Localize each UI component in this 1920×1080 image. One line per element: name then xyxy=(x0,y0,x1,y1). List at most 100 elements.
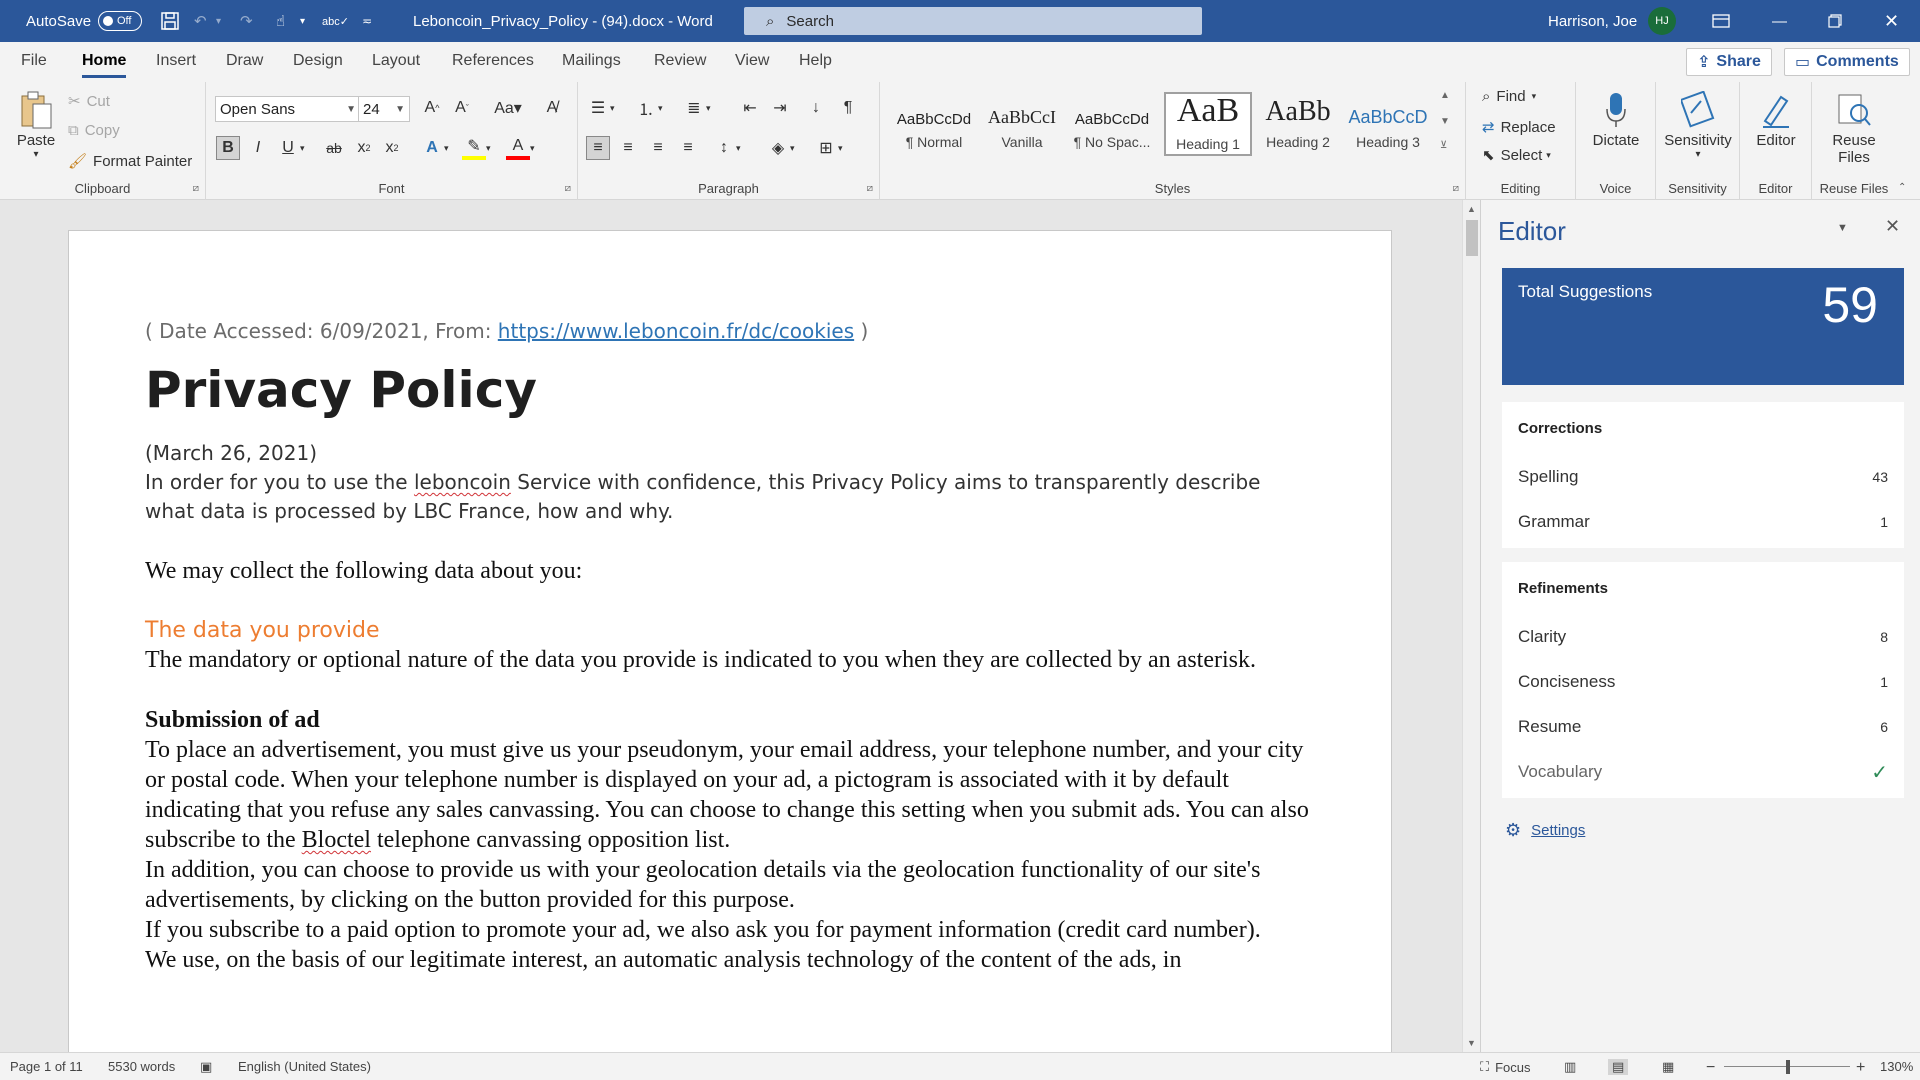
tab-file[interactable]: File xyxy=(21,52,47,70)
select-button[interactable]: ⬉ Select ▾ xyxy=(1482,146,1551,165)
share-button[interactable]: ⇪ Share xyxy=(1686,48,1772,76)
style-no-spacing[interactable]: AaBbCcDd ¶ No Spac... xyxy=(1068,92,1156,156)
page-count[interactable]: Page 1 of 11 xyxy=(10,1059,83,1074)
dictate-button[interactable]: Dictate xyxy=(1582,88,1650,149)
focus-button[interactable]: ⛶ Focus xyxy=(1480,1059,1531,1075)
highlight-button[interactable]: ✎ ▾ xyxy=(462,136,491,160)
tab-view[interactable]: View xyxy=(735,52,769,70)
undo-dropdown-icon[interactable]: ▾ xyxy=(216,0,221,42)
source-link[interactable]: https://www.leboncoin.fr/dc/cookies xyxy=(498,319,854,343)
font-name-combo[interactable]: Open Sans ▼ xyxy=(215,96,361,122)
collapse-ribbon-icon[interactable]: ⌃ xyxy=(1898,182,1906,193)
tab-insert[interactable]: Insert xyxy=(156,52,196,70)
touch-mode-icon[interactable]: ☝ xyxy=(276,0,285,42)
italic-button[interactable]: I xyxy=(246,136,270,160)
zoom-slider-handle[interactable] xyxy=(1786,1060,1790,1074)
replace-button[interactable]: ⇄ Replace xyxy=(1482,118,1556,137)
ribbon-display-options-icon[interactable] xyxy=(1712,0,1730,42)
close-pane-icon[interactable]: ✕ xyxy=(1885,216,1900,237)
touch-dropdown-icon[interactable]: ▾ xyxy=(300,0,305,42)
spelling-row[interactable]: Spelling 43 xyxy=(1518,462,1888,492)
tab-draw[interactable]: Draw xyxy=(226,52,263,70)
settings-link[interactable]: ⚙ Settings xyxy=(1505,820,1585,841)
shrink-font-button[interactable]: Aˇ xyxy=(450,96,474,120)
increase-indent-button[interactable]: ⇥ xyxy=(768,96,792,120)
strikethrough-button[interactable]: ab xyxy=(322,136,346,160)
font-color-button[interactable]: A ▾ xyxy=(506,136,535,160)
show-marks-button[interactable]: ¶ xyxy=(836,96,860,120)
save-icon[interactable] xyxy=(160,0,180,42)
autosave-toggle[interactable]: Off xyxy=(98,0,142,42)
font-size-combo[interactable]: 24 ▼ xyxy=(358,96,410,122)
clear-formatting-button[interactable]: A̸ xyxy=(540,96,564,120)
user-avatar[interactable]: HJ xyxy=(1648,0,1676,42)
customize-toolbar-icon[interactable]: ≂ xyxy=(362,0,372,42)
web-layout-icon[interactable]: ▦ xyxy=(1662,1059,1674,1075)
bullets-button[interactable]: ☰ ▾ xyxy=(586,96,615,120)
tab-references[interactable]: References xyxy=(452,52,534,70)
scroll-up-icon[interactable]: ▲ xyxy=(1467,204,1476,214)
reuse-files-button[interactable]: Reuse Files xyxy=(1816,88,1892,166)
borders-button[interactable]: ⊞ ▾ xyxy=(814,136,842,160)
vocabulary-row[interactable]: Vocabulary ✓ xyxy=(1518,757,1888,787)
style-heading-1[interactable]: AaB Heading 1 xyxy=(1164,92,1252,156)
conciseness-row[interactable]: Conciseness 1 xyxy=(1518,667,1888,697)
subscript-button[interactable]: x2 xyxy=(352,136,376,160)
style-heading-2[interactable]: AaBb Heading 2 xyxy=(1254,92,1342,156)
redo-icon[interactable]: ↷ xyxy=(240,0,253,42)
resume-row[interactable]: Resume 6 xyxy=(1518,712,1888,742)
paste-button[interactable]: Paste ▾ xyxy=(12,88,60,160)
style-vanilla[interactable]: AaBbCcI Vanilla xyxy=(978,92,1066,156)
styles-scroll-down-icon[interactable]: ▼ xyxy=(1440,116,1450,127)
clipboard-launcher-icon[interactable]: ⧄ xyxy=(193,183,199,194)
user-name[interactable]: Harrison, Joe xyxy=(1548,0,1637,42)
document-area[interactable]: ( Date Accessed: 6/09/2021, From: https:… xyxy=(0,200,1480,1052)
spelling-icon[interactable]: abc✓ xyxy=(322,0,349,42)
read-mode-icon[interactable]: ▥ xyxy=(1564,1059,1576,1075)
scroll-down-icon[interactable]: ▼ xyxy=(1467,1038,1476,1048)
styles-more-icon[interactable]: ⊻ xyxy=(1440,140,1447,151)
paste-dropdown-icon[interactable]: ▾ xyxy=(12,149,60,160)
font-launcher-icon[interactable]: ⧄ xyxy=(565,183,571,194)
spelling-error[interactable]: Bloctel xyxy=(302,827,371,853)
pane-options-icon[interactable]: ▼ xyxy=(1837,222,1848,234)
align-left-button[interactable]: ≡ xyxy=(586,136,610,160)
restore-icon[interactable] xyxy=(1828,0,1842,42)
scroll-thumb[interactable] xyxy=(1466,220,1478,256)
undo-icon[interactable]: ↶ xyxy=(194,0,207,42)
tab-home[interactable]: Home xyxy=(82,52,127,78)
close-icon[interactable]: ✕ xyxy=(1884,0,1899,42)
style-heading-3[interactable]: AaBbCcD Heading 3 xyxy=(1344,92,1432,156)
underline-button[interactable]: U ▾ xyxy=(276,136,304,160)
spelling-error[interactable]: leboncoin xyxy=(414,470,511,494)
tab-mailings[interactable]: Mailings xyxy=(562,52,621,70)
vertical-scrollbar[interactable]: ▲ ▼ xyxy=(1462,200,1480,1052)
numbering-button[interactable]: ⒈ ▾ xyxy=(634,96,663,120)
text-effects-button[interactable]: A ▾ xyxy=(420,136,448,160)
grow-font-button[interactable]: A ^ xyxy=(420,96,444,120)
style-normal[interactable]: AaBbCcDd ¶ Normal xyxy=(890,92,978,156)
line-spacing-button[interactable]: ↕ ▾ xyxy=(712,136,741,160)
tab-layout[interactable]: Layout xyxy=(372,52,420,70)
zoom-in-button[interactable]: + xyxy=(1856,1059,1865,1077)
editor-button[interactable]: Editor xyxy=(1744,88,1808,149)
justify-button[interactable]: ≡ xyxy=(676,136,700,160)
decrease-indent-button[interactable]: ⇤ xyxy=(738,96,762,120)
change-case-button[interactable]: Aa▾ xyxy=(486,96,530,120)
styles-scroll-up-icon[interactable]: ▲ xyxy=(1440,90,1450,101)
total-suggestions-card[interactable]: Total Suggestions 59 xyxy=(1502,268,1904,385)
zoom-level[interactable]: 130% xyxy=(1880,1059,1913,1074)
proofing-icon[interactable]: ▣ xyxy=(200,1059,212,1075)
align-center-button[interactable]: ≡ xyxy=(616,136,640,160)
minimize-icon[interactable]: — xyxy=(1772,0,1787,42)
word-count[interactable]: 5530 words xyxy=(108,1059,175,1074)
find-button[interactable]: ⌕ Find ▾ xyxy=(1482,88,1536,105)
document-page[interactable]: ( Date Accessed: 6/09/2021, From: https:… xyxy=(68,230,1392,1052)
clarity-row[interactable]: Clarity 8 xyxy=(1518,622,1888,652)
cut-button[interactable]: ✂ Cut xyxy=(68,92,110,111)
sort-button[interactable]: ↓ xyxy=(804,96,828,120)
align-right-button[interactable]: ≡ xyxy=(646,136,670,160)
zoom-out-button[interactable]: − xyxy=(1706,1059,1715,1077)
tab-design[interactable]: Design xyxy=(293,52,343,70)
format-painter-button[interactable]: 🖌 Format Painter xyxy=(68,152,192,171)
